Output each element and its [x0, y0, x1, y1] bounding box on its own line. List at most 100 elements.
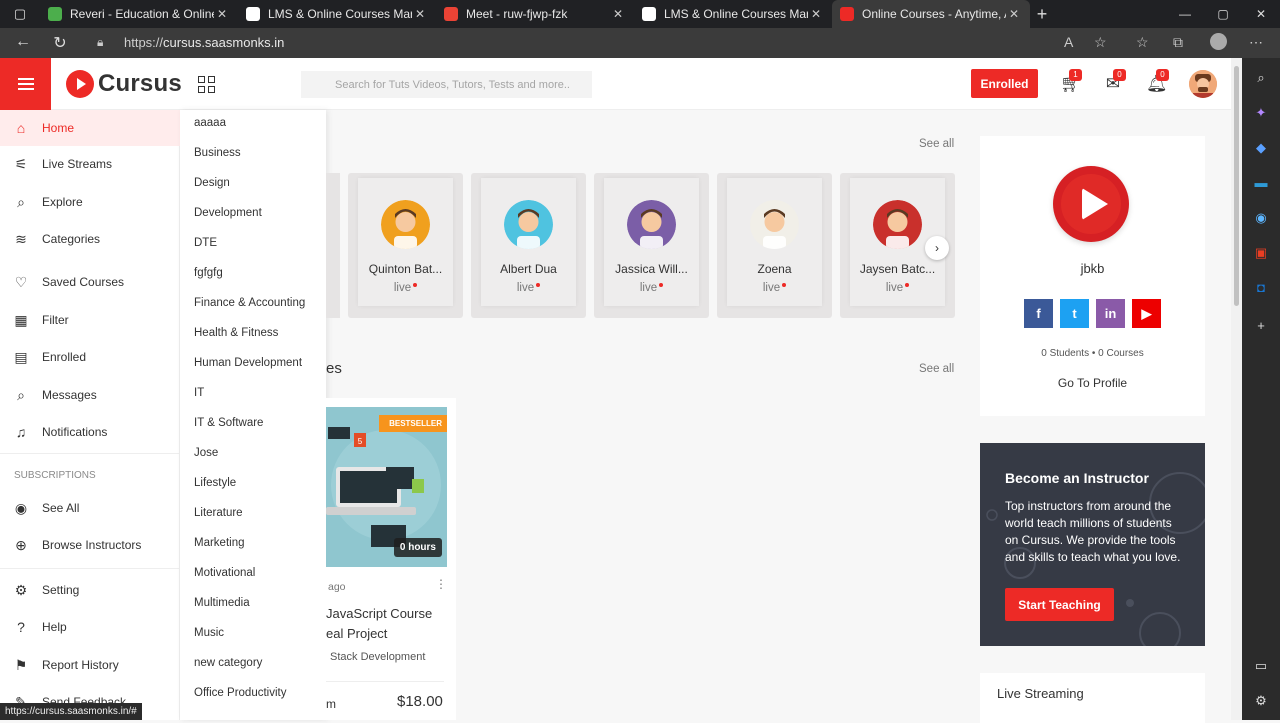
browser-tab[interactable]: Reveri - Education & Online Cou✕: [40, 0, 238, 28]
course-card[interactable]: 5 BESTSELLER 0 hours ago ⋮ JavaScript Co…: [326, 398, 456, 720]
apps-grid-icon[interactable]: [198, 76, 215, 93]
category-item[interactable]: Human Development: [194, 357, 302, 369]
linkedin-icon[interactable]: in: [1096, 299, 1125, 328]
toolbox-icon[interactable]: ▬: [1253, 175, 1269, 191]
category-item[interactable]: Jose: [194, 447, 218, 459]
streamer-name[interactable]: Albert Dua: [481, 262, 576, 276]
sidebar-item-report-history[interactable]: ⚑ Report History: [0, 647, 180, 683]
favorites-icon[interactable]: ☆: [1136, 34, 1149, 51]
more-icon[interactable]: ⋯: [1249, 34, 1263, 51]
tab-actions-icon[interactable]: ▢: [0, 0, 40, 28]
start-teaching-button[interactable]: Start Teaching: [1005, 588, 1114, 621]
streamer-name[interactable]: Jassica Will...: [604, 262, 699, 276]
office-icon[interactable]: ▣: [1253, 245, 1269, 261]
streamer-avatar[interactable]: [627, 200, 676, 249]
copilot-icon[interactable]: ✦: [1253, 105, 1269, 121]
category-item[interactable]: Health & Fitness: [194, 327, 278, 339]
category-item[interactable]: Lifestyle: [194, 477, 236, 489]
sidebar-item-enrolled[interactable]: ▤ Enrolled: [0, 339, 180, 375]
category-item[interactable]: Office Productivity: [194, 687, 286, 699]
category-item[interactable]: Business: [194, 147, 241, 159]
category-item[interactable]: Literature: [194, 507, 243, 519]
category-item[interactable]: Multimedia: [194, 597, 250, 609]
new-tab-button[interactable]: +: [1030, 4, 1054, 25]
category-item[interactable]: Design: [194, 177, 230, 189]
category-item[interactable]: IT & Software: [194, 417, 263, 429]
sidebar-item-live-streams[interactable]: ⚟ Live Streams: [0, 146, 180, 182]
close-window-icon[interactable]: ✕: [1242, 0, 1280, 28]
category-item[interactable]: Development: [194, 207, 262, 219]
add-icon[interactable]: +: [1253, 318, 1269, 334]
sidebar-item-saved-courses[interactable]: ♡ Saved Courses: [0, 264, 180, 300]
go-to-profile-link[interactable]: Go To Profile: [980, 376, 1205, 390]
twitter-icon[interactable]: t: [1060, 299, 1089, 328]
sidebar-item-notifications[interactable]: ♫ Notifications: [0, 414, 180, 450]
category-item[interactable]: Music: [194, 627, 224, 639]
facebook-icon[interactable]: f: [1024, 299, 1053, 328]
add-favorite-icon[interactable]: ☆: [1094, 34, 1107, 51]
course-title[interactable]: JavaScript Course eal Project: [326, 604, 451, 644]
back-icon[interactable]: ←: [5, 33, 41, 51]
course-thumbnail[interactable]: 5 BESTSELLER 0 hours: [326, 407, 447, 567]
course-options-icon[interactable]: ⋮: [435, 577, 447, 591]
close-tab-icon[interactable]: ✕: [214, 7, 230, 21]
close-tab-icon[interactable]: ✕: [1006, 7, 1022, 21]
sidebar-toggle-icon[interactable]: ▭: [1253, 658, 1269, 674]
sidebar-item-explore[interactable]: ⌕ Explore: [0, 184, 180, 220]
live-stream-card[interactable]: Jassica Will... live: [594, 173, 709, 318]
live-see-all-link[interactable]: See all: [919, 138, 954, 150]
live-stream-card[interactable]: Albert Dua live: [471, 173, 586, 318]
search-input[interactable]: [301, 71, 592, 98]
streamer-avatar[interactable]: [381, 200, 430, 249]
sidebar-item-browse-instructors[interactable]: ⊕ Browse Instructors: [0, 527, 180, 563]
browser-tab[interactable]: Online Courses - Anytime, Anyw✕: [832, 0, 1030, 28]
site-logo[interactable]: Cursus: [66, 70, 182, 98]
sidebar-item-filter[interactable]: ▦ Filter: [0, 302, 180, 338]
category-item[interactable]: Motivational: [194, 567, 255, 579]
close-tab-icon[interactable]: ✕: [808, 7, 824, 21]
page-scrollbar[interactable]: [1231, 58, 1242, 720]
category-item[interactable]: DTE: [194, 237, 217, 249]
category-item[interactable]: Finance & Accounting: [194, 297, 305, 309]
streamer-name[interactable]: Zoena: [727, 262, 822, 276]
close-tab-icon[interactable]: ✕: [610, 7, 626, 21]
live-stream-card[interactable]: Quinton Bat... live: [348, 173, 463, 318]
browser-tab[interactable]: LMS & Online Courses Marketpla✕: [238, 0, 436, 28]
youtube-icon[interactable]: ▶: [1132, 299, 1161, 328]
browser-tab[interactable]: Meet - ruw-fjwp-fzk ✕: [436, 0, 634, 28]
read-aloud-icon[interactable]: A: [1064, 34, 1073, 50]
outlook-icon[interactable]: ◘: [1253, 280, 1269, 296]
url-field[interactable]: https://cursus.saasmonks.in: [124, 35, 284, 50]
streamer-name[interactable]: Quinton Bat...: [358, 262, 453, 276]
profile-icon[interactable]: [1210, 33, 1227, 50]
live-stream-card[interactable]: Zoena live: [717, 173, 832, 318]
games-icon[interactable]: ◉: [1253, 210, 1269, 226]
maximize-icon[interactable]: ▢: [1204, 0, 1242, 28]
category-item[interactable]: IT: [194, 387, 204, 399]
streamer-avatar[interactable]: [873, 200, 922, 249]
sidebar-item-see-all[interactable]: ◉ See All: [0, 490, 180, 526]
category-item[interactable]: Marketing: [194, 537, 245, 549]
category-item[interactable]: aaaaa: [194, 117, 226, 129]
enrolled-button[interactable]: Enrolled: [971, 69, 1038, 98]
collections-icon[interactable]: ⧉: [1173, 34, 1183, 51]
sidebar-item-help[interactable]: ? Help: [0, 609, 180, 645]
category-item[interactable]: fgfgfg: [194, 267, 223, 279]
settings-icon[interactable]: ⚙: [1253, 693, 1269, 709]
close-tab-icon[interactable]: ✕: [412, 7, 428, 21]
menu-toggle-button[interactable]: [0, 58, 51, 110]
next-arrow-icon[interactable]: ›: [925, 236, 949, 260]
sidebar-item-messages[interactable]: ⌕ Messages: [0, 377, 180, 413]
courses-see-all-link[interactable]: See all: [919, 363, 954, 375]
refresh-icon[interactable]: ↻: [42, 33, 78, 53]
scrollbar-thumb[interactable]: [1234, 66, 1239, 306]
search-icon[interactable]: ⌕: [1253, 70, 1269, 86]
profile-logo-icon[interactable]: [1053, 166, 1129, 242]
category-item[interactable]: new category: [194, 657, 262, 669]
minimize-icon[interactable]: —: [1166, 0, 1204, 28]
streamer-avatar[interactable]: [504, 200, 553, 249]
browser-tab[interactable]: LMS & Online Courses Marketpla✕: [634, 0, 832, 28]
sidebar-item-setting[interactable]: ⚙ Setting: [0, 572, 180, 608]
streamer-name[interactable]: Jaysen Batc...: [850, 262, 945, 276]
sidebar-item-home[interactable]: ⌂ Home: [0, 110, 180, 146]
